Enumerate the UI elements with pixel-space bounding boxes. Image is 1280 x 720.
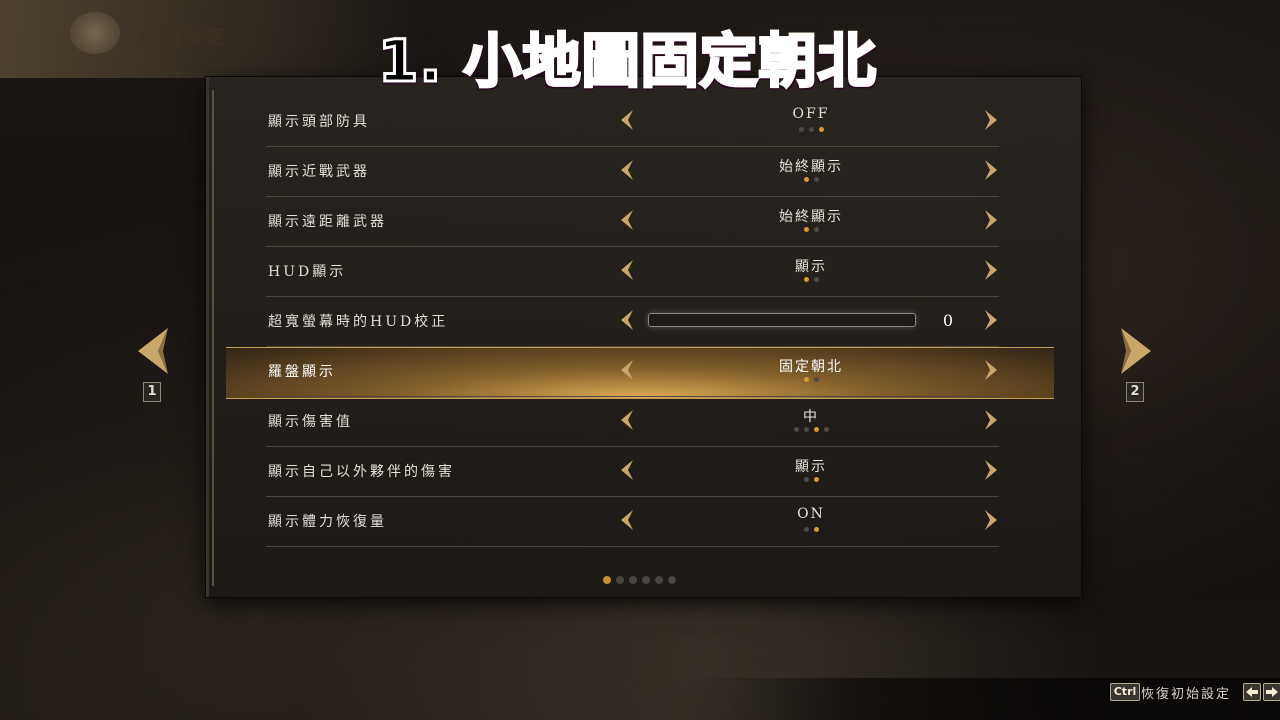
setting-row[interactable]: 顯示自己以外夥伴的傷害 顯示 [266,447,999,497]
setting-row[interactable]: 顯示近戰武器 始終顯示 [266,147,999,197]
increase-arrow-icon[interactable] [984,160,998,180]
page-indicator [600,569,678,584]
option-dot [813,477,819,482]
decrease-arrow-icon[interactable] [620,360,634,380]
reset-defaults-button[interactable]: 恢復初始設定 [1141,683,1231,702]
increase-arrow-icon[interactable] [984,360,998,380]
option-indicator [696,177,926,183]
setting-row[interactable]: 羅盤顯示 固定朝北 [266,347,999,397]
setting-value: ON [797,506,825,522]
page-dot[interactable] [628,576,637,584]
setting-value: 顯示 [795,459,827,475]
option-indicator [696,227,926,233]
option-indicator [696,427,926,433]
option-dot [803,527,809,532]
arrow-left-key-icon[interactable] [1243,683,1261,701]
option-dot [813,427,819,432]
setting-label: 顯示近戰武器 [268,164,370,180]
setting-value: 始終顯示 [779,209,843,225]
slider-value: 0 [942,311,954,330]
option-dot [803,377,809,382]
setting-value: OFF [792,106,830,122]
next-page-key: 2 [1126,382,1144,402]
setting-label: 超寬螢幕時的HUD校正 [268,314,449,330]
option-dot [803,227,809,232]
decrease-arrow-icon[interactable] [620,310,634,330]
overlay-caption: 1. 小地圖固定朝北 [377,14,878,98]
page-title: 遊戲設定 [140,26,229,48]
setting-value: 固定朝北 [779,359,843,375]
setting-label: HUD顯示 [268,264,347,280]
setting-label: 顯示遠距離武器 [268,214,387,230]
setting-label: 顯示傷害值 [268,414,353,430]
option-dot [798,127,804,132]
decrease-arrow-icon[interactable] [620,510,634,530]
page-dot[interactable] [654,576,663,584]
setting-row[interactable]: 顯示體力恢復量 ON [266,497,999,547]
option-dot [803,427,809,432]
decrease-arrow-icon[interactable] [620,210,634,230]
hud-correction-slider[interactable] [648,313,916,327]
option-dot [808,127,814,132]
option-indicator [696,377,926,383]
setting-value: 始終顯示 [779,159,843,175]
option-dot [803,277,809,282]
ctrl-key: Ctrl [1110,683,1140,701]
page-dot[interactable] [615,576,624,584]
prev-page-key: 1 [143,382,161,402]
option-indicator [696,127,926,133]
setting-row[interactable]: HUD顯示 顯示 [266,247,999,297]
setting-value: 顯示 [795,259,827,275]
option-indicator [696,277,926,283]
page-dot[interactable] [602,576,611,584]
page-dot[interactable] [667,576,676,584]
decrease-arrow-icon[interactable] [620,160,634,180]
decrease-arrow-icon[interactable] [620,460,634,480]
option-dot [813,377,819,382]
option-dot [793,427,799,432]
page-dot[interactable] [641,576,650,584]
option-dot [813,527,819,532]
decrease-arrow-icon[interactable] [620,410,634,430]
increase-arrow-icon[interactable] [984,110,998,130]
decrease-arrow-icon[interactable] [620,260,634,280]
setting-row[interactable]: 顯示傷害值 中 [266,397,999,447]
setting-value: 中 [803,409,819,425]
setting-row[interactable]: 超寬螢幕時的HUD校正 0 [266,297,999,347]
option-indicator [696,477,926,483]
increase-arrow-icon[interactable] [984,210,998,230]
option-dot [803,477,809,482]
increase-arrow-icon[interactable] [984,410,998,430]
setting-label: 顯示頭部防具 [268,114,370,130]
setting-label: 顯示體力恢復量 [268,514,387,530]
option-indicator [696,527,926,533]
panel-edge-decoration [212,90,214,586]
option-dot [813,277,819,282]
option-dot [813,177,819,182]
setting-row[interactable]: 顯示頭部防具 OFF [266,97,999,147]
option-dot [818,127,824,132]
setting-label: 顯示自己以外夥伴的傷害 [268,464,455,480]
increase-arrow-icon[interactable] [984,510,998,530]
option-dot [803,177,809,182]
next-page-arrow-icon[interactable] [1119,328,1153,374]
increase-arrow-icon[interactable] [984,310,998,330]
setting-row[interactable]: 顯示遠距離武器 始終顯示 [266,197,999,247]
arrow-right-key-icon[interactable] [1263,683,1280,701]
increase-arrow-icon[interactable] [984,460,998,480]
increase-arrow-icon[interactable] [984,260,998,280]
prev-page-arrow-icon[interactable] [136,328,170,374]
decrease-arrow-icon[interactable] [620,110,634,130]
emblem-icon [70,12,120,54]
option-dot [813,227,819,232]
option-dot [823,427,829,432]
setting-label: 羅盤顯示 [268,364,336,380]
